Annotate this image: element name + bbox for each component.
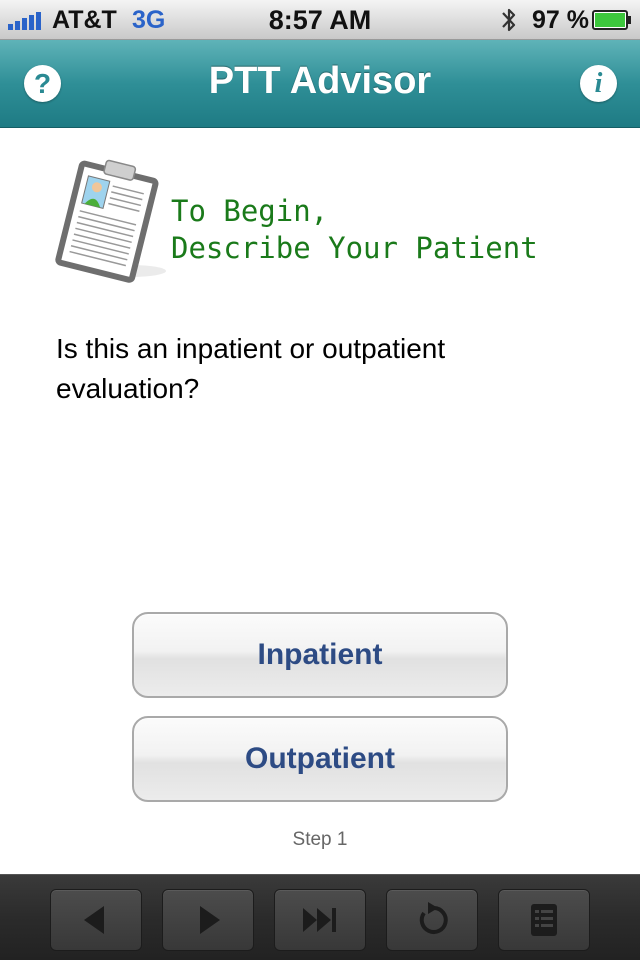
forward-button[interactable]: [162, 889, 254, 951]
page-title: PTT Advisor: [208, 60, 432, 102]
bottom-toolbar: [0, 874, 640, 960]
forward-icon: [200, 906, 220, 934]
clipboard-patient-icon: [55, 159, 166, 283]
status-bar: AT&T 3G 8:57 AM 97 %: [0, 0, 640, 40]
restart-icon: [419, 902, 448, 934]
intro-line-1: To Begin,: [171, 194, 329, 228]
navigation-bar: ? PTT Advisor i: [0, 40, 640, 128]
battery-percentage: 97 %: [532, 6, 589, 34]
back-icon: [84, 906, 104, 934]
inpatient-button[interactable]: Inpatient: [132, 612, 508, 698]
skip-forward-button[interactable]: [274, 889, 366, 951]
battery-icon: [592, 10, 631, 30]
main-content: To Begin, Describe Your Patient Is this …: [0, 129, 640, 874]
list-icon: [531, 904, 557, 936]
skip-forward-icon: [303, 908, 336, 932]
question-text: Is this an inpatient or outpatient evalu…: [56, 333, 446, 404]
info-icon: i: [594, 67, 603, 99]
intro-heading: To Begin, Describe Your Patient: [171, 193, 538, 267]
back-button[interactable]: [50, 889, 142, 951]
info-button[interactable]: i: [580, 65, 617, 102]
bluetooth-icon: [502, 8, 516, 32]
restart-button[interactable]: [386, 889, 478, 951]
step-indicator: Step 1: [292, 829, 348, 850]
outpatient-button[interactable]: Outpatient: [132, 716, 508, 802]
list-button[interactable]: [498, 889, 590, 951]
intro-line-2: Describe Your Patient: [171, 231, 538, 265]
